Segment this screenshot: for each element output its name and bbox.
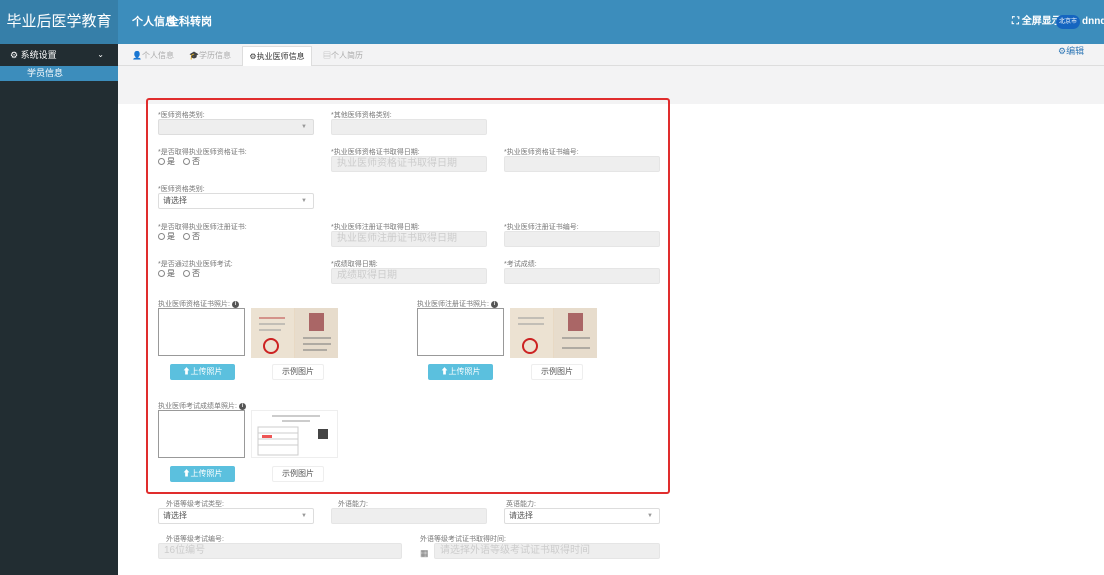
passed-exam-yes[interactable]: 是 xyxy=(158,268,175,279)
upload-exam-photo-button[interactable]: ⬆上传照片 xyxy=(170,466,235,482)
radio-icon xyxy=(183,158,190,166)
reg-date-field[interactable]: 执业医师注册证书取得日期 xyxy=(331,231,487,247)
nav-general-transfer[interactable]: 全科转岗 xyxy=(168,0,212,44)
reg-no-field[interactable] xyxy=(504,231,660,247)
tab-personal-info[interactable]: 👤个人信息 xyxy=(128,46,178,66)
cert-no-field[interactable] xyxy=(504,156,660,172)
radio-icon xyxy=(158,233,165,241)
has-reg-no[interactable]: 否 xyxy=(183,231,200,242)
english-ability-select[interactable]: 请选择 ▼ xyxy=(504,508,660,524)
radio-icon xyxy=(183,233,190,241)
has-cert-yes[interactable]: 是 xyxy=(158,156,175,167)
calendar-icon[interactable]: ▦ xyxy=(420,548,429,559)
tab-label: 个人信息 xyxy=(141,51,174,60)
sidebar-item-label: 学员信息 xyxy=(26,68,63,78)
app-title[interactable]: 毕业后医学教育 xyxy=(0,0,118,44)
score-date-field[interactable]: 成绩取得日期 xyxy=(331,268,487,284)
exam-photo-box[interactable] xyxy=(158,410,245,458)
cert-date-field[interactable]: 执业医师资格证书取得日期 xyxy=(331,156,487,172)
info-icon: i xyxy=(490,300,498,308)
select-value: 请选择 xyxy=(163,511,187,520)
lang-exam-type-select[interactable]: 请选择 ▼ xyxy=(158,508,314,524)
tab-bar: 👤个人信息 🎓学历信息 ⚙执业医师信息 ▤个人简历 ⚙编辑 xyxy=(118,44,1104,67)
certificate-image xyxy=(251,308,338,358)
cert-photo-box[interactable] xyxy=(158,308,245,356)
caret-down-icon: ▼ xyxy=(301,198,307,204)
avatar[interactable]: 北京市 xyxy=(1056,15,1080,29)
reg-example-image[interactable] xyxy=(510,308,597,358)
cert-example-image[interactable] xyxy=(251,308,338,358)
caret-down-icon: ▼ xyxy=(301,513,307,519)
tab-education[interactable]: 🎓学历信息 xyxy=(184,46,236,66)
reg-photo-box[interactable] xyxy=(417,308,504,356)
tab-label: 学历信息 xyxy=(198,51,231,60)
tab-physician-info[interactable]: ⚙执业医师信息 xyxy=(242,46,312,67)
exam-example-image[interactable] xyxy=(251,410,338,458)
tab-resume[interactable]: ▤个人简历 xyxy=(318,46,368,66)
tab-label: 执业医师信息 xyxy=(256,52,305,61)
passed-exam-no[interactable]: 否 xyxy=(183,268,200,279)
select-value: 请选择 xyxy=(163,196,187,205)
sidebar: ⚙ 系统设置 ⌄ 学员信息 xyxy=(0,44,118,575)
top-navbar: 毕业后医学教育 个人信息 全科转岗 ⛶ 全屏显示 北京市 dnndnd xyxy=(0,0,1104,44)
reg-example-button[interactable]: 示例图片 xyxy=(531,364,583,380)
radio-label: 是 xyxy=(167,269,175,278)
resume-icon: ▤ xyxy=(323,51,331,60)
select-value: 请选择 xyxy=(509,511,533,520)
radio-icon xyxy=(158,158,165,166)
radio-label: 否 xyxy=(192,269,200,278)
chevron-down-icon: ⌄ xyxy=(97,50,104,59)
gear-icon: ⚙ xyxy=(1058,46,1067,56)
edit-label: 编辑 xyxy=(1066,46,1085,56)
button-label: 上传照片 xyxy=(190,367,223,376)
upload-icon: ⬆ xyxy=(182,367,191,376)
physician-type-select[interactable]: 请选择 ▼ xyxy=(158,193,314,209)
has-cert-no[interactable]: 否 xyxy=(183,156,200,167)
sidebar-group-label: 系统设置 xyxy=(20,50,57,60)
gear-icon: ⚙ xyxy=(10,50,19,60)
upload-reg-photo-button[interactable]: ⬆上传照片 xyxy=(428,364,493,380)
qual-type-select[interactable]: ▼ xyxy=(158,119,314,135)
radio-label: 否 xyxy=(192,232,200,241)
edit-button[interactable]: ⚙编辑 xyxy=(1058,44,1084,58)
lang-exam-no-field[interactable]: 16位编号 xyxy=(158,543,402,559)
label-text: 执业医师考试成绩单照片: xyxy=(158,403,237,410)
lang-ability-field[interactable] xyxy=(331,508,487,524)
exam-example-button[interactable]: 示例图片 xyxy=(272,466,324,482)
username[interactable]: dnndnd xyxy=(1082,0,1104,44)
score-field[interactable] xyxy=(504,268,660,284)
label-text: 执业医师资格证书照片: xyxy=(158,301,230,308)
user-icon: 👤 xyxy=(132,51,142,60)
fullscreen-icon: ⛶ xyxy=(1012,16,1019,27)
button-label: 上传照片 xyxy=(190,469,223,478)
gear-icon: ⚙ xyxy=(249,52,257,61)
radio-icon xyxy=(183,270,190,278)
info-icon: i xyxy=(231,300,239,308)
radio-icon xyxy=(158,270,165,278)
upload-icon: ⬆ xyxy=(182,469,191,478)
label-text: 执业医师注册证书照片: xyxy=(417,301,489,308)
button-label: 上传照片 xyxy=(448,367,481,376)
sidebar-group-settings[interactable]: ⚙ 系统设置 ⌄ xyxy=(0,44,118,66)
sidebar-item-student-info[interactable]: 学员信息 xyxy=(0,66,118,81)
fullscreen-button[interactable]: ⛶ 全屏显示 xyxy=(1012,0,1062,44)
has-reg-yes[interactable]: 是 xyxy=(158,231,175,242)
info-icon: i xyxy=(238,402,246,410)
lang-cert-time-field[interactable]: 请选择外语等级考试证书取得时间 xyxy=(434,543,660,559)
graduation-cap-icon: 🎓 xyxy=(189,51,199,60)
caret-down-icon: ▼ xyxy=(647,513,653,519)
cert-example-button[interactable]: 示例图片 xyxy=(272,364,324,380)
radio-label: 是 xyxy=(167,232,175,241)
radio-label: 是 xyxy=(167,157,175,166)
certificate-image xyxy=(510,308,597,358)
other-qual-field[interactable] xyxy=(331,119,487,135)
tab-label: 个人简历 xyxy=(331,51,363,60)
score-report-image xyxy=(257,415,328,456)
radio-label: 否 xyxy=(192,157,200,166)
upload-cert-photo-button[interactable]: ⬆上传照片 xyxy=(170,364,235,380)
upload-icon: ⬆ xyxy=(440,367,449,376)
caret-down-icon: ▼ xyxy=(301,124,307,130)
